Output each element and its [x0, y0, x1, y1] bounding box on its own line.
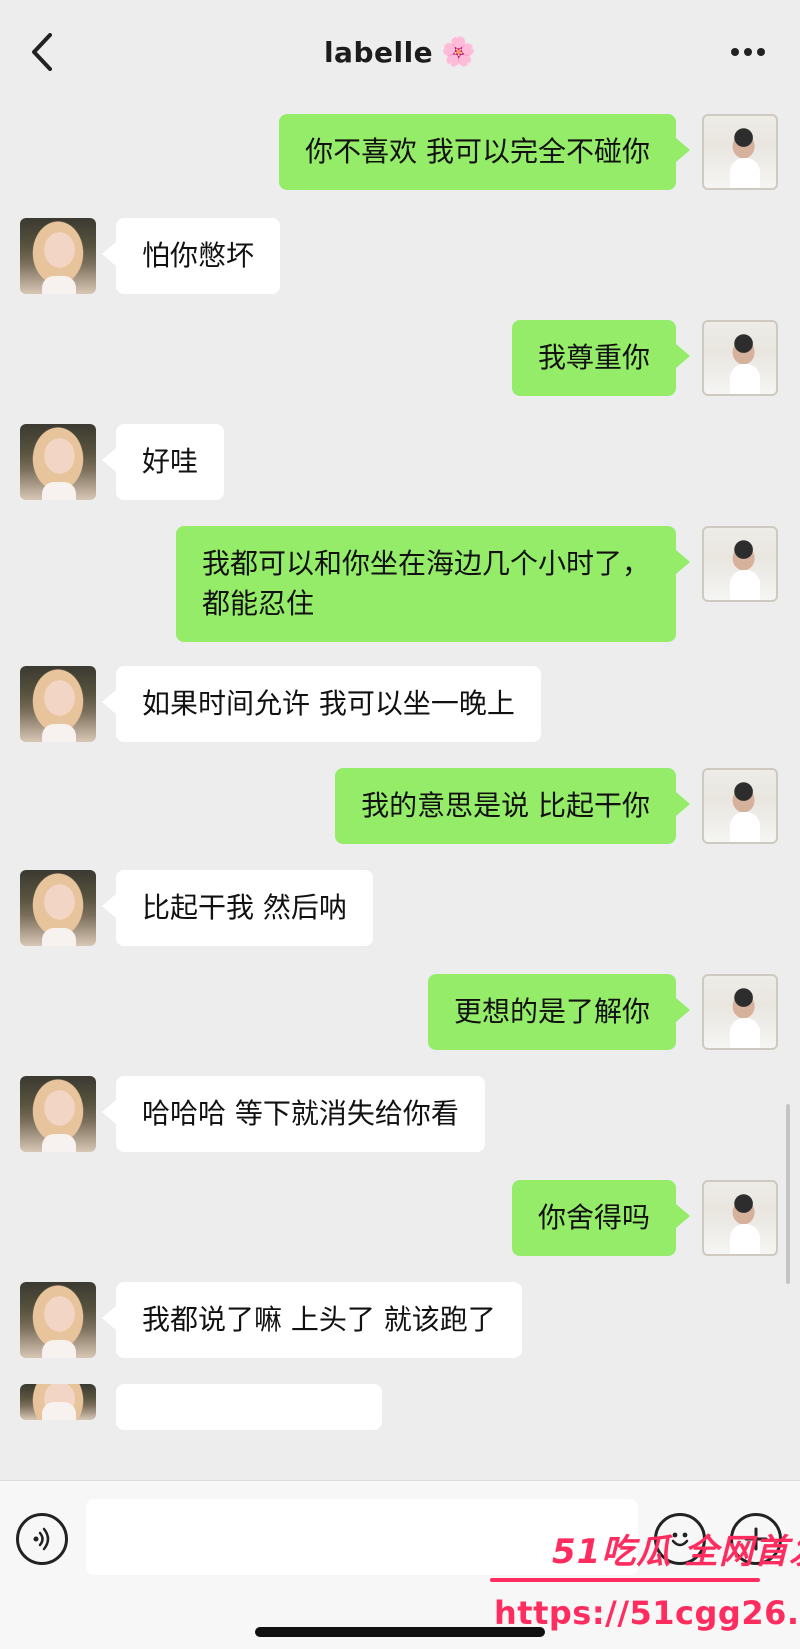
avatar-labelle[interactable] — [20, 666, 96, 742]
message-bubble-me[interactable]: 我尊重你 — [511, 320, 691, 396]
chevron-left-icon — [32, 33, 52, 71]
watermark-url: https://51cgg26.com — [494, 1594, 800, 1632]
message-bubble-labelle[interactable]: 如果时间允许 我可以坐一晚上 — [102, 666, 541, 742]
more-horizontal-icon — [731, 48, 765, 56]
avatar-labelle[interactable] — [20, 424, 96, 500]
watermark: 51吃瓜 全网首发 https://51cgg26.com — [490, 1524, 800, 1644]
back-button[interactable] — [18, 24, 66, 80]
avatar-labelle[interactable] — [20, 1076, 96, 1152]
avatar-me[interactable] — [702, 114, 778, 190]
message-bubble-me[interactable]: 你不喜欢 我可以完全不碰你 — [279, 114, 690, 190]
avatar-labelle[interactable] — [20, 218, 96, 294]
voice-input-button[interactable] — [16, 1513, 68, 1565]
message-bubble-labelle[interactable]: 怕你憋坏 — [101, 218, 281, 294]
voice-icon — [33, 1527, 50, 1551]
avatar-labelle[interactable] — [20, 870, 96, 946]
message-bubble-me[interactable]: 我都可以和你坐在海边几个小时了， 都能忍住 — [175, 526, 691, 642]
message-bubble-labelle[interactable]: 哈哈哈 等下就消失给你看 — [102, 1076, 485, 1152]
scrollbar[interactable] — [786, 1104, 790, 1284]
message-list[interactable]: 你不喜欢 我可以完全不碰你 怕你憋坏 我尊重你 好哇 我都可以和你坐在海边几个小… — [0, 104, 800, 1480]
message-bubble-labelle[interactable]: 我都说了嘛 上头了 就该跑了 — [102, 1282, 522, 1358]
message-bubble-labelle-partial[interactable] — [116, 1384, 382, 1430]
avatar-me[interactable] — [702, 320, 778, 396]
watermark-divider — [490, 1578, 760, 1582]
message-bubble-me[interactable]: 我的意思是说 比起干你 — [335, 768, 690, 844]
avatar-me[interactable] — [702, 1180, 778, 1256]
chat-screen: labelle 🌸 你不喜欢 我可以完全不碰你 怕你憋坏 我尊重你 好哇 我都可… — [0, 0, 800, 1649]
title-wrap: labelle 🌸 — [0, 24, 800, 80]
chat-title: labelle — [323, 35, 434, 69]
avatar-me[interactable] — [702, 768, 778, 844]
message-bubble-me[interactable]: 你舍得吗 — [511, 1180, 691, 1256]
avatar-me[interactable] — [702, 526, 778, 602]
watermark-brand: 51吃瓜 全网首发 — [552, 1532, 800, 1572]
message-bubble-me[interactable]: 更想的是了解你 — [427, 974, 691, 1050]
message-bubble-labelle[interactable]: 好哇 — [101, 424, 225, 500]
avatar-labelle[interactable] — [20, 1384, 96, 1420]
more-options-button[interactable] — [720, 24, 776, 80]
avatar-labelle[interactable] — [20, 1282, 96, 1358]
avatar-me[interactable] — [702, 974, 778, 1050]
message-bubble-labelle[interactable]: 比起干我 然后呐 — [102, 870, 373, 946]
chat-header: labelle 🌸 — [0, 0, 800, 104]
cherry-blossom-emoji: 🌸 — [441, 35, 477, 68]
